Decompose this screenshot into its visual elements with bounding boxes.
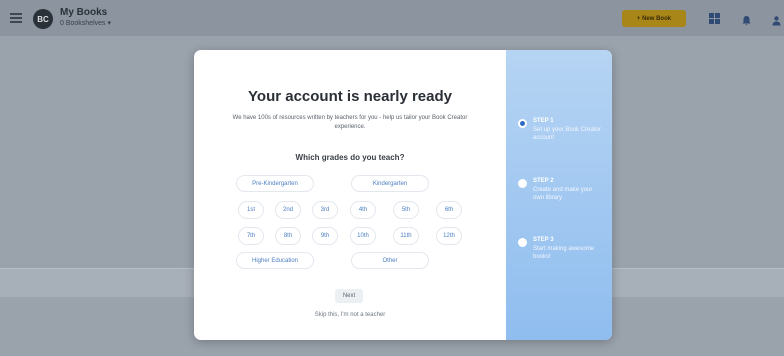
step-label: STEP 3	[533, 237, 554, 243]
grade-chip[interactable]: 6th	[436, 201, 462, 219]
bell-icon[interactable]	[741, 13, 752, 26]
grade-chip[interactable]: 1st	[238, 201, 264, 219]
step-active-icon	[518, 119, 527, 128]
modal-title: Your account is nearly ready	[248, 88, 452, 105]
grade-chip-kindergarten[interactable]: Kindergarten	[351, 175, 429, 192]
grade-chip[interactable]: 11th	[393, 227, 419, 245]
top-app-bar: BC My Books 0 Bookshelves ▾ + New Book	[0, 0, 784, 36]
grades-question: Which grades do you teach?	[295, 153, 405, 162]
grade-chip[interactable]: 12th	[436, 227, 462, 245]
step-text: Create and make your own library	[533, 187, 593, 201]
modal-description: We have 100s of resources written by tea…	[232, 115, 468, 130]
grade-chip[interactable]: 8th	[275, 227, 301, 245]
new-book-button[interactable]: + New Book	[622, 10, 686, 27]
user-icon[interactable]	[771, 13, 782, 26]
grade-chip[interactable]: 3rd	[312, 201, 338, 219]
app-logo[interactable]: BC	[33, 9, 53, 29]
grade-chip[interactable]: 9th	[312, 227, 338, 245]
next-button[interactable]: Next	[335, 289, 363, 303]
grade-chip[interactable]: 10th	[350, 227, 376, 245]
step-inactive-icon	[518, 238, 527, 247]
step-label: STEP 1	[533, 118, 554, 124]
step-label: STEP 2	[533, 178, 554, 184]
grade-chip[interactable]: 2nd	[275, 201, 301, 219]
grade-chip-higher-education[interactable]: Higher Education	[236, 252, 314, 269]
bookshelf-selector[interactable]: 0 Bookshelves ▾	[60, 19, 111, 27]
step-text: Start making awesome books!	[533, 246, 595, 260]
grid-icon[interactable]	[709, 13, 720, 24]
menu-icon[interactable]	[10, 13, 22, 23]
step-text: Set up your Book Creator account	[533, 127, 601, 141]
grade-chip-pre-kindergarten[interactable]: Pre-Kindergarten	[236, 175, 314, 192]
onboarding-form: Your account is nearly ready We have 100…	[194, 50, 506, 340]
grade-chip[interactable]: 5th	[393, 201, 419, 219]
grade-chip-other[interactable]: Other	[351, 252, 429, 269]
steps-panel: STEP 1 Set up your Book Creator account …	[506, 50, 612, 340]
onboarding-modal: Your account is nearly ready We have 100…	[194, 50, 612, 340]
grade-chip[interactable]: 4th	[350, 201, 376, 219]
step-inactive-icon	[518, 179, 527, 188]
app-title: My Books	[60, 7, 108, 18]
skip-link[interactable]: Skip this, I'm not a teacher	[194, 312, 506, 318]
grade-chip[interactable]: 7th	[238, 227, 264, 245]
